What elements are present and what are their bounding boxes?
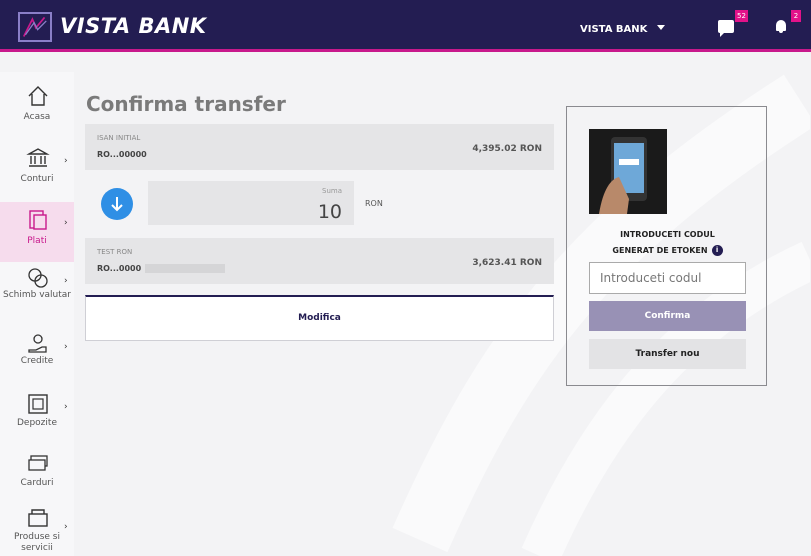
sidebar-item-label: Produse si servicii — [14, 532, 60, 553]
instruction-line-2: GENERAT DE ETOKEN i — [567, 243, 768, 259]
chevron-down-icon[interactable] — [657, 25, 665, 30]
destination-account-number: RO...0000 — [97, 264, 142, 273]
chevron-right-icon: › — [64, 156, 68, 166]
chevron-right-icon: › — [64, 522, 68, 532]
payment-icon — [26, 208, 50, 232]
sidebar-item-produse-si-servicii[interactable]: › Produse si servicii — [0, 500, 74, 556]
bell-icon[interactable] — [776, 20, 786, 33]
logo-icon[interactable] — [18, 12, 52, 42]
amount-currency: RON — [365, 199, 383, 208]
info-icon[interactable]: i — [711, 245, 723, 256]
modify-button[interactable]: Modifica — [85, 295, 554, 341]
products-icon — [26, 506, 50, 530]
sidebar-item-conturi[interactable]: › Conturi — [0, 140, 74, 200]
sidebar-item-label: Acasa — [23, 112, 51, 122]
etoken-phone-image — [589, 129, 667, 214]
sidebar-item-label: Credite — [20, 356, 54, 366]
sidebar-item-label: Depozite — [17, 418, 57, 428]
destination-account-label: TEST RON — [97, 248, 133, 256]
messages-badge: 52 — [735, 10, 748, 22]
masked-text — [145, 264, 225, 273]
etoken-code-input[interactable] — [589, 262, 746, 294]
confirm-button[interactable]: Confirma — [589, 301, 746, 331]
sidebar-item-label: Conturi — [20, 174, 54, 184]
sidebar-item-label: Carduri — [20, 478, 54, 488]
sidebar-item-label: Schimb valutar — [3, 290, 71, 300]
amount-value: 10 — [317, 201, 342, 223]
source-account-label: ISAN INITIAL — [97, 134, 141, 142]
confirm-panel: INTRODUCETI CODUL GENERAT DE ETOKENi Con… — [566, 106, 767, 386]
source-account-number: RO...00000 — [97, 150, 147, 159]
destination-account-card: TEST RON RO...0000 3,623.41 RON — [85, 238, 554, 284]
exchange-icon — [26, 266, 50, 290]
sidebar-item-acasa[interactable]: Acasa — [0, 78, 74, 138]
deposit-icon — [26, 392, 50, 416]
sidebar: Acasa › Conturi › Plati › Schimb valutar… — [0, 72, 74, 556]
sidebar-item-plati[interactable]: › Plati — [0, 202, 74, 262]
sidebar-item-depozite[interactable]: › Depozite — [0, 386, 74, 446]
amount-label: Suma — [322, 187, 342, 195]
bank-icon — [26, 146, 50, 170]
sidebar-item-schimb-valutar[interactable]: › Schimb valutar — [0, 260, 74, 320]
credit-icon — [26, 332, 50, 356]
page-title: Confirma transfer — [86, 92, 286, 116]
chevron-right-icon: › — [64, 402, 68, 412]
instruction-line-1: INTRODUCETI CODUL — [620, 230, 715, 239]
top-bar: VISTA BANK VISTA BANK 52 2 — [0, 0, 811, 52]
sidebar-item-label: Plati — [27, 236, 47, 246]
brand-name[interactable]: VISTA BANK — [60, 14, 207, 38]
destination-account-balance: 3,623.41 RON — [472, 258, 542, 268]
chevron-right-icon: › — [64, 276, 68, 286]
modify-button-label: Modifica — [298, 313, 341, 323]
notifications-badge: 2 — [791, 10, 801, 22]
sidebar-item-carduri[interactable]: Carduri — [0, 446, 74, 506]
sidebar-item-credite[interactable]: › Credite — [0, 326, 74, 386]
instruction-line-2-text: GENERAT DE ETOKEN — [612, 246, 708, 255]
home-icon — [26, 84, 50, 108]
etoken-instruction: INTRODUCETI CODUL GENERAT DE ETOKEN i — [567, 227, 768, 259]
source-account-card: ISAN INITIAL RO...00000 4,395.02 RON — [85, 124, 554, 170]
source-account-balance: 4,395.02 RON — [472, 144, 542, 154]
arrow-down-icon — [101, 188, 133, 220]
chevron-right-icon: › — [64, 342, 68, 352]
chevron-right-icon: › — [64, 218, 68, 228]
card-icon — [26, 452, 50, 476]
new-transfer-button[interactable]: Transfer nou — [589, 339, 746, 369]
amount-field[interactable]: Suma 10 — [148, 181, 354, 225]
messages-icon[interactable] — [718, 20, 734, 37]
account-selector[interactable]: VISTA BANK — [580, 24, 647, 35]
